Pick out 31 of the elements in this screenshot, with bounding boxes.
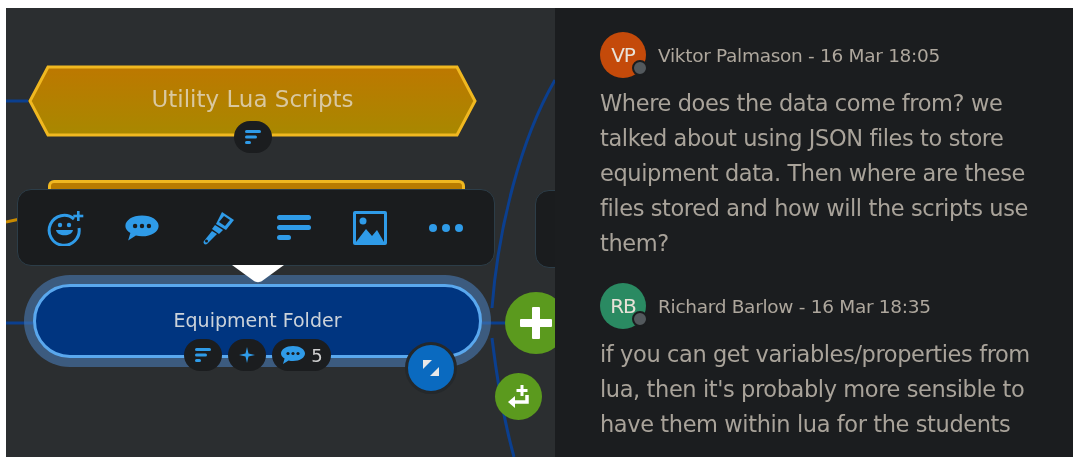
status-dot: [632, 311, 648, 327]
notes-icon: [276, 212, 312, 243]
add-topic-button[interactable]: [505, 292, 555, 354]
collapse-button[interactable]: [405, 342, 457, 394]
notes-icon: [243, 129, 262, 145]
comment-icon: [280, 345, 307, 365]
image-icon: [352, 209, 388, 246]
comment-byline: Viktor Palmason - 16 Mar 18:05: [658, 44, 940, 66]
notes-badge[interactable]: [233, 121, 272, 153]
status-dot: [632, 60, 648, 76]
sparkle-badge[interactable]: [228, 339, 267, 371]
more-icon: [428, 222, 464, 233]
topic-node[interactable]: [48, 180, 465, 189]
plus-icon: [518, 305, 554, 341]
topic-label: Utility Lua Scripts: [151, 86, 354, 114]
connector-line: [6, 99, 28, 103]
topic-label: Equipment Folder: [173, 309, 342, 333]
shrink-icon: [421, 358, 441, 378]
avatar-initials: RB: [610, 294, 636, 318]
comment-text: Where does the data come from? we talked about using JSON files to store equipment data. Then where are these files stored and how will the scripts use them?: [600, 89, 1029, 258]
add-subtopic-button[interactable]: [495, 373, 542, 420]
connector-line: [482, 321, 506, 325]
add-emoji-icon: [47, 209, 85, 246]
notes-icon: [194, 347, 213, 363]
comment-byline: Richard Barlow - 16 Mar 18:35: [658, 295, 931, 317]
connector-line: [6, 321, 33, 325]
comment-count-badge[interactable]: 5: [272, 339, 331, 371]
notes-badge[interactable]: [184, 339, 223, 371]
comment-text: if you can get variables/properties from lua, then it's probably more sensible to have them within lua for the students: [600, 340, 1031, 439]
avatar-initials: VP: [611, 43, 635, 67]
toolbar-pointer-icon: [232, 265, 284, 283]
